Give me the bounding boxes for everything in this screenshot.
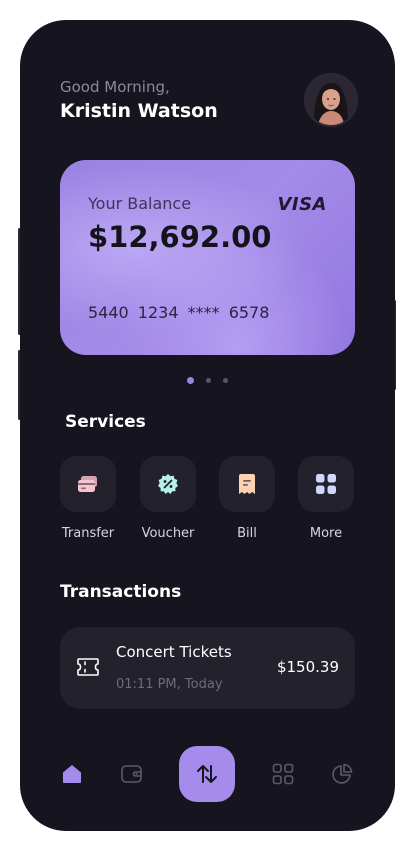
transaction-title: Concert Tickets [116,643,232,661]
service-transfer-button[interactable]: Transfer [60,456,116,541]
transactions-title: Transactions [60,582,182,602]
bill-receipt-icon [239,474,255,494]
greeting-text: Good Morning, [60,78,170,96]
grid-more-icon [316,474,336,494]
service-bill-tile[interactable] [219,456,275,512]
nav-apps-button[interactable] [272,763,294,789]
wallet-icon [121,765,142,783]
bottom-nav [20,730,395,810]
carousel-dot[interactable] [223,378,228,383]
transaction-item[interactable]: Concert Tickets 01:11 PM, Today $150.39 [60,627,355,709]
avatar-portrait-icon [306,75,356,125]
service-more-tile[interactable] [298,456,354,512]
visa-logo: VISA [277,194,327,215]
home-icon [63,765,81,783]
service-transfer-label: Transfer [61,526,115,541]
nav-wallet-button[interactable] [120,763,144,789]
ticket-icon [77,658,99,676]
pie-chart-icon [332,763,353,784]
user-name: Kristin Watson [60,100,218,122]
card-number: 5440 1234 **** 6578 [88,303,270,322]
service-bill-button[interactable]: Bill [219,456,275,541]
transfer-arrows-icon [197,765,217,783]
transfer-fab-button[interactable] [179,746,235,802]
nav-home-button[interactable] [61,763,83,789]
nav-analytics-button[interactable] [331,763,353,789]
service-voucher-button[interactable]: Voucher [140,456,196,541]
service-voucher-label: Voucher [141,526,195,541]
carousel-indicator [20,377,395,384]
carousel-dot[interactable] [206,378,211,383]
apps-grid-icon [272,763,294,785]
services-row: Transfer Voucher Bill More [60,456,356,546]
balance-amount: $12,692.00 [88,220,272,254]
carousel-dot-active[interactable] [187,377,194,384]
card-transfer-icon [78,476,97,492]
avatar[interactable] [306,75,356,125]
phone-screen: Good Morning, Kristin Watson Your Balanc… [20,20,395,831]
service-voucher-tile[interactable] [140,456,196,512]
transaction-amount: $150.39 [276,658,339,676]
ticket-icon-wrap [76,657,100,681]
transaction-time: 01:11 PM, Today [116,677,223,692]
service-more-label: More [309,526,343,541]
service-more-button[interactable]: More [298,456,354,541]
service-transfer-tile[interactable] [60,456,116,512]
service-bill-label: Bill [237,526,257,541]
services-title: Services [65,412,146,432]
balance-label: Your Balance [88,194,192,213]
voucher-percent-icon [158,474,178,494]
balance-card[interactable]: Your Balance VISA $12,692.00 5440 1234 *… [60,160,355,355]
